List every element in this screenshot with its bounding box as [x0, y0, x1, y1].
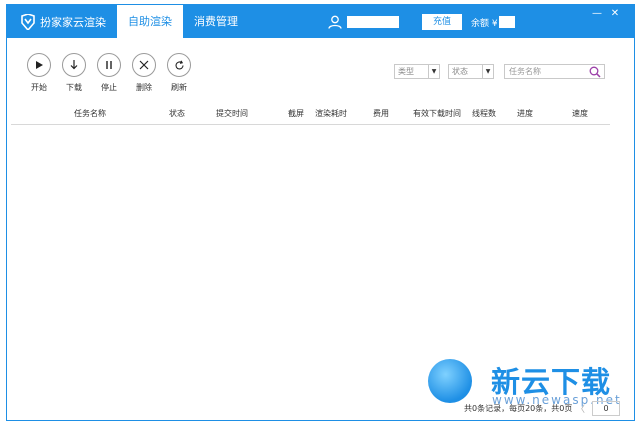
minimize-icon[interactable]: —	[590, 7, 604, 21]
start-button[interactable]: 开始	[24, 53, 54, 93]
refresh-icon[interactable]	[167, 53, 191, 77]
close-icon[interactable]	[132, 53, 156, 77]
delete-label: 删除	[136, 83, 152, 92]
search-icon[interactable]	[589, 66, 601, 78]
play-icon[interactable]	[27, 53, 51, 77]
delete-button[interactable]: 删除	[129, 53, 159, 93]
chevron-down-icon[interactable]: ▼	[428, 65, 439, 78]
column-header-task-name[interactable]: 任务名称	[74, 108, 106, 119]
tab-billing[interactable]: 消费管理	[183, 5, 249, 38]
column-header-speed[interactable]: 速度	[572, 108, 588, 119]
refresh-label: 刷新	[171, 83, 187, 92]
type-select-value: 类型	[398, 67, 414, 76]
type-select[interactable]: 类型 ▼	[394, 64, 440, 79]
app-title: 扮家家云渲染	[40, 16, 106, 29]
close-window-icon[interactable]: ✕	[608, 7, 622, 21]
column-header-screenshot[interactable]: 截屏	[288, 108, 304, 119]
chevron-down-icon[interactable]: ▼	[482, 65, 493, 78]
prev-page-button[interactable]: 〈	[576, 402, 585, 415]
recharge-button[interactable]: 充值	[422, 14, 462, 30]
status-select-value: 状态	[452, 67, 468, 76]
task-search-input[interactable]: 任务名称	[504, 64, 605, 79]
column-header-progress[interactable]: 进度	[517, 108, 533, 119]
column-header-render-time[interactable]: 渲染耗时	[315, 108, 347, 119]
refresh-button[interactable]: 刷新	[164, 53, 194, 93]
column-header-status[interactable]: 状态	[169, 108, 185, 119]
app-logo-icon	[21, 14, 35, 30]
download-icon[interactable]	[62, 53, 86, 77]
watermark-logo	[428, 359, 472, 403]
status-select[interactable]: 状态 ▼	[448, 64, 494, 79]
column-header-download-time[interactable]: 有效下载时间	[413, 108, 461, 119]
user-icon[interactable]	[328, 15, 342, 29]
pause-icon[interactable]	[97, 53, 121, 77]
search-placeholder: 任务名称	[509, 67, 541, 76]
page-number-input[interactable]: 0	[592, 401, 620, 416]
stop-label: 停止	[101, 83, 117, 92]
start-label: 开始	[31, 83, 47, 92]
column-header-cost[interactable]: 费用	[373, 108, 389, 119]
download-label: 下载	[66, 83, 82, 92]
stop-button[interactable]: 停止	[94, 53, 124, 93]
pagination-summary: 共0条记录，每页20条，共0页	[464, 404, 573, 413]
title-bar: 扮家家云渲染 自助渲染 消费管理 充值 余额 ¥ : — ✕	[7, 5, 634, 38]
download-button[interactable]: 下载	[59, 53, 89, 93]
tab-self-render[interactable]: 自助渲染	[117, 5, 183, 38]
balance-value-box	[499, 16, 515, 28]
column-header-submit-time[interactable]: 提交时间	[216, 108, 248, 119]
column-header-threads[interactable]: 线程数	[472, 108, 496, 119]
username-box	[347, 16, 399, 28]
app-window: 扮家家云渲染 自助渲染 消费管理 充值 余额 ¥ : — ✕ 开始 下载 停止	[6, 4, 635, 421]
task-table-header: 任务名称 状态 提交时间 截屏 渲染耗时 费用 有效下载时间 线程数 进度 速度	[11, 104, 610, 125]
